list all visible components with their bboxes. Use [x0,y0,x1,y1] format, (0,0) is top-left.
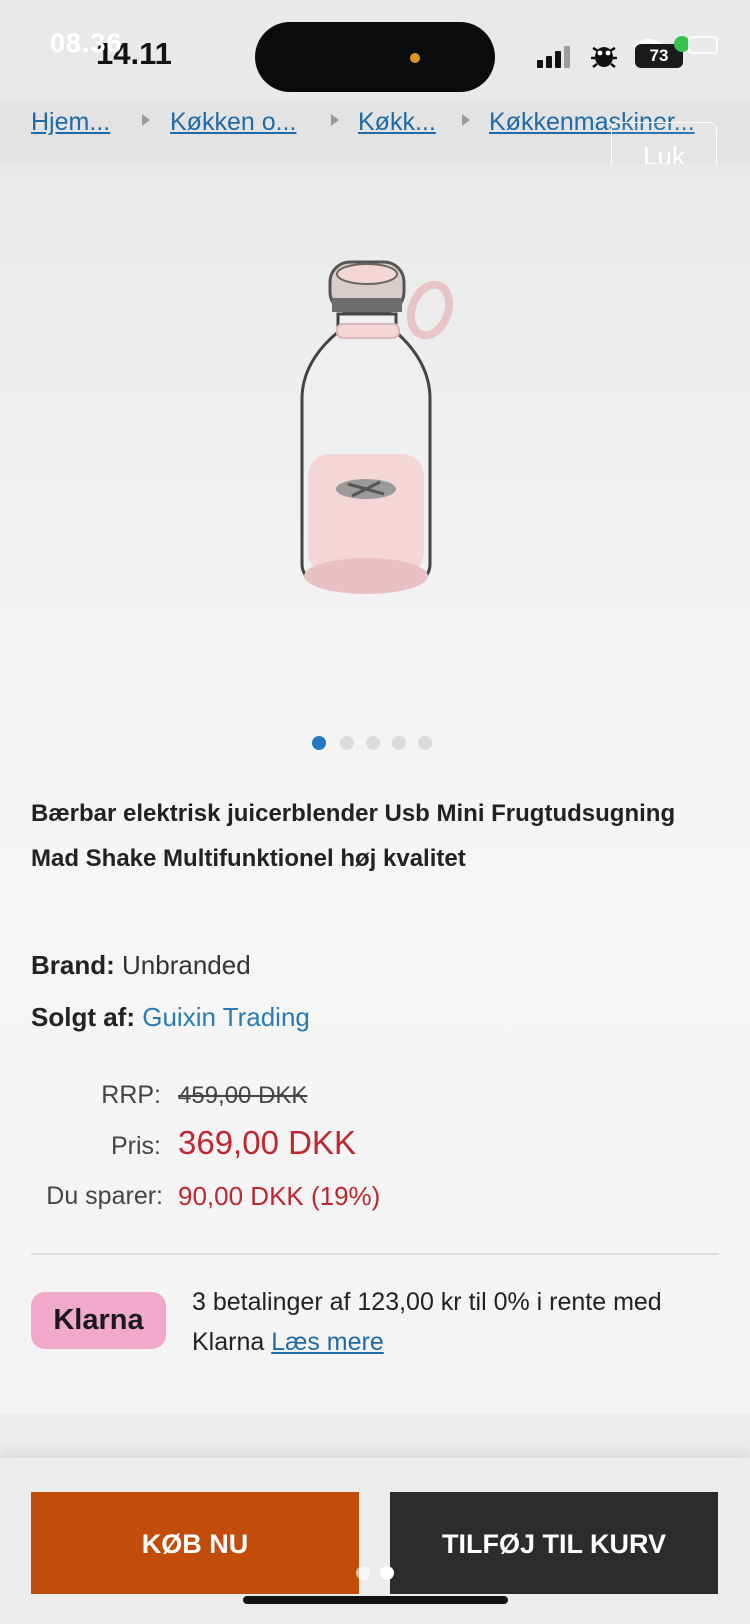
price-label: Pris: [111,1132,161,1160]
add-to-cart-button[interactable]: TILFØJ TIL KURV [390,1492,718,1594]
brand-label: Brand: [31,950,115,980]
chevron-right-icon [331,114,339,126]
pagination-dot-1[interactable] [312,736,326,750]
brand-value: Unbranded [122,950,251,980]
status-bar: 14.11 08.36 73 [0,0,750,110]
breadcrumb-item-kitchen-sub[interactable]: Køkk... [358,108,436,137]
seller-link[interactable]: Guixin Trading [142,1002,310,1032]
klarna-logo: Klarna [31,1292,166,1349]
activity-dot [410,53,420,63]
product-image[interactable] [290,254,460,614]
page-indicator-dot [356,1566,370,1580]
rrp-label: RRP: [101,1081,161,1109]
seller-label: Solgt af: [31,1002,135,1032]
price-value: 369,00 DKK [178,1124,356,1161]
seller-row: Solgt af: Guixin Trading [31,1002,310,1033]
page-indicator-dot-active [380,1566,394,1580]
cellular-signal-icon [537,46,573,68]
status-time-overlay: 08.36 [50,28,123,58]
pagination-dot-4[interactable] [392,736,406,750]
product-title: Bærbar elektrisk juicerblender Usb Mini … [31,800,676,872]
buy-now-button[interactable]: KØB NU [31,1492,359,1594]
image-pagination[interactable] [312,736,442,756]
product-page: Bærbar elektrisk juicerblender Usb Mini … [0,164,750,1414]
rrp-value: 459,00 DKK [178,1082,308,1109]
pagination-dot-2[interactable] [340,736,354,750]
klarna-installment-info: 3 betalinger af 123,00 kr til 0% i rente… [192,1282,712,1362]
chevron-right-icon [462,114,470,126]
divider [31,1253,719,1255]
brand-row: Brand: Unbranded [31,950,251,981]
pagination-dot-3[interactable] [366,736,380,750]
chevron-right-icon [142,114,150,126]
bug-icon [591,46,617,68]
home-indicator[interactable] [243,1596,508,1604]
klarna-installment-text: 3 betalinger af 123,00 kr til 0% i rente… [192,1288,662,1356]
bottom-action-bar: KØB NU TILFØJ TIL KURV [0,1458,750,1624]
breadcrumb-item-home[interactable]: Hjem... [31,108,110,137]
breadcrumb-item-kitchen[interactable]: Køkken o... [170,108,296,137]
savings-value: 90,00 DKK (19%) [178,1181,381,1211]
klarna-read-more-link[interactable]: Læs mere [271,1328,384,1356]
dynamic-island [255,22,495,92]
battery-icon [688,36,718,54]
pagination-dot-5[interactable] [418,736,432,750]
savings-label: Du sparer: [46,1182,163,1210]
